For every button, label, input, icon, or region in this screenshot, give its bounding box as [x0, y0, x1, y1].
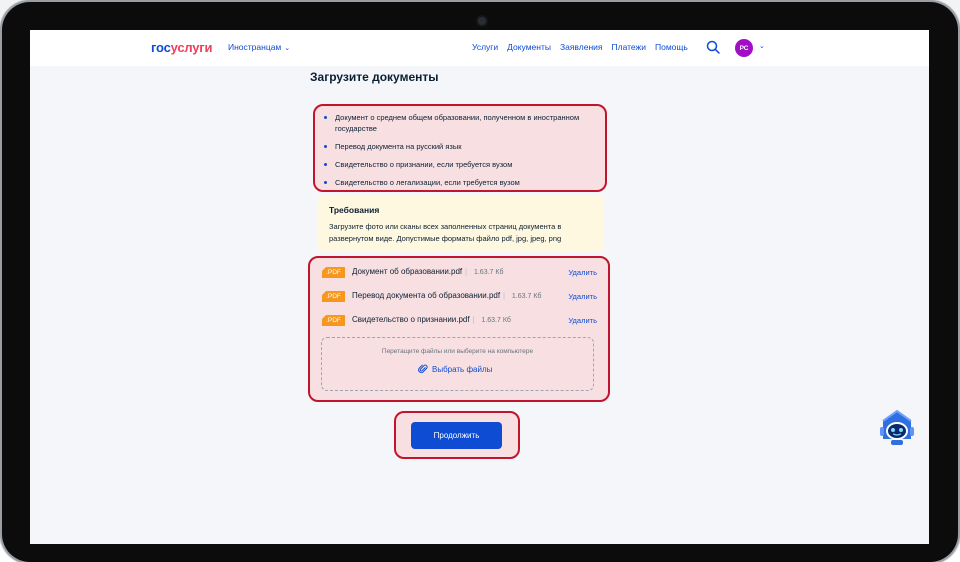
- file-size: 1.63.7 Кб: [473, 269, 504, 276]
- continue-button[interactable]: Продолжить: [411, 422, 502, 449]
- file-name-text: Документ об образовании.pdf: [352, 267, 463, 276]
- nav-help[interactable]: Помощь: [655, 42, 688, 52]
- remove-file-button[interactable]: Удалить: [568, 292, 597, 301]
- list-item: Свидетельство о легализации, если требуе…: [323, 177, 593, 188]
- remove-file-button[interactable]: Удалить: [568, 268, 597, 277]
- chevron-down-icon: ⌄: [284, 45, 291, 52]
- divider: |: [472, 317, 475, 324]
- choose-files-button[interactable]: Выбрать файлы: [418, 364, 492, 374]
- nav-payments[interactable]: Платежи: [612, 42, 646, 52]
- region-label: Иностранцам: [228, 42, 282, 52]
- file-row: .PDF Свидетельство о признании.pdf | 1.63.…: [322, 314, 597, 328]
- requirements-title: Требования: [329, 205, 380, 215]
- chevron-down-icon[interactable]: ⌄: [759, 42, 765, 50]
- continue-highlight: Продолжить: [394, 411, 520, 459]
- file-row: .PDF Перевод документа об образовании.pd…: [322, 290, 597, 304]
- paperclip-icon: [418, 364, 428, 374]
- file-size: 1.63.7 Кб: [481, 317, 511, 324]
- nav-services[interactable]: Услуги: [472, 42, 498, 52]
- logo-part-1: гос: [151, 40, 171, 55]
- file-size: 1.63.7 Кб: [511, 293, 542, 300]
- device-background: госуслуги Иностранцам ⌄ Услуги Документы …: [0, 0, 960, 562]
- assistant-robot-icon[interactable]: [875, 405, 919, 449]
- list-item: Документ о среднем общем образовании, по…: [323, 112, 593, 134]
- nav-applications[interactable]: Заявления: [560, 42, 603, 52]
- documents-list: Документ о среднем общем образовании, по…: [323, 112, 593, 195]
- divider: |: [465, 269, 467, 276]
- file-name: Документ об образовании.pdf | 1.63.7 Кб: [352, 267, 503, 276]
- file-row: .PDF Документ об образовании.pdf | 1.63.7 …: [322, 266, 597, 280]
- file-name-text: Свидетельство о признании.pdf: [352, 315, 470, 324]
- uploaded-files-panel: .PDF Документ об образовании.pdf | 1.63.7 …: [308, 256, 610, 402]
- file-dropzone[interactable]: Перетащите файлы или выберите на компьют…: [321, 337, 594, 391]
- list-item: Свидетельство о признании, если требуетс…: [323, 159, 593, 170]
- region-selector[interactable]: Иностранцам ⌄: [228, 42, 290, 52]
- screen: госуслуги Иностранцам ⌄ Услуги Документы …: [30, 30, 929, 544]
- logo-part-2: услуги: [170, 40, 213, 55]
- nav-documents[interactable]: Документы: [507, 42, 551, 52]
- requirements-text: Загрузите фото или сканы всех заполненны…: [329, 222, 562, 243]
- choose-files-label: Выбрать файлы: [432, 365, 493, 374]
- dropzone-hint: Перетащите файлы или выберите на компьют…: [381, 348, 534, 355]
- page-title: Загрузите документы: [310, 70, 439, 84]
- main-nav: Услуги Документы Заявления Платежи Помощ…: [472, 42, 688, 52]
- pdf-icon: .PDF: [322, 315, 345, 326]
- divider: |: [503, 293, 505, 300]
- documents-list-panel: Документ о среднем общем образовании, по…: [313, 104, 607, 192]
- avatar[interactable]: РС: [735, 39, 753, 57]
- file-name-text: Перевод документа об образовании.pdf: [352, 291, 501, 300]
- requirements-box: Требования Загрузите фото или сканы всех…: [317, 196, 604, 252]
- file-name: Свидетельство о признании.pdf | 1.63.7 Кб: [352, 315, 511, 324]
- remove-file-button[interactable]: Удалить: [568, 316, 597, 325]
- file-name: Перевод документа об образовании.pdf | 1.6…: [352, 291, 541, 300]
- gosuslugi-logo[interactable]: госуслуги: [151, 40, 213, 55]
- list-item: Перевод документа на русский язык: [323, 141, 593, 152]
- search-icon[interactable]: [706, 40, 720, 54]
- camera-icon: [478, 17, 486, 25]
- top-bar: госуслуги Иностранцам ⌄ Услуги Документы …: [30, 30, 929, 66]
- pdf-icon: .PDF: [322, 291, 345, 302]
- pdf-icon: .PDF: [322, 267, 345, 278]
